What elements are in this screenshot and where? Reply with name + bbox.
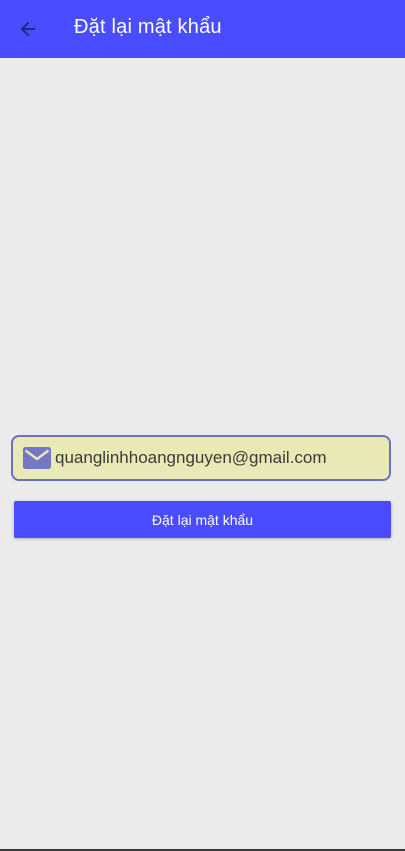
mail-icon xyxy=(22,446,52,470)
email-field[interactable] xyxy=(11,435,391,481)
page-title: Đặt lại mật khẩu xyxy=(74,16,222,38)
app-bar: Đặt lại mật khẩu xyxy=(0,0,405,58)
reset-password-button[interactable]: Đặt lại mật khẩu xyxy=(14,501,391,538)
back-button[interactable] xyxy=(14,15,42,43)
arrow-back-icon xyxy=(20,21,36,37)
email-input[interactable] xyxy=(55,448,380,468)
